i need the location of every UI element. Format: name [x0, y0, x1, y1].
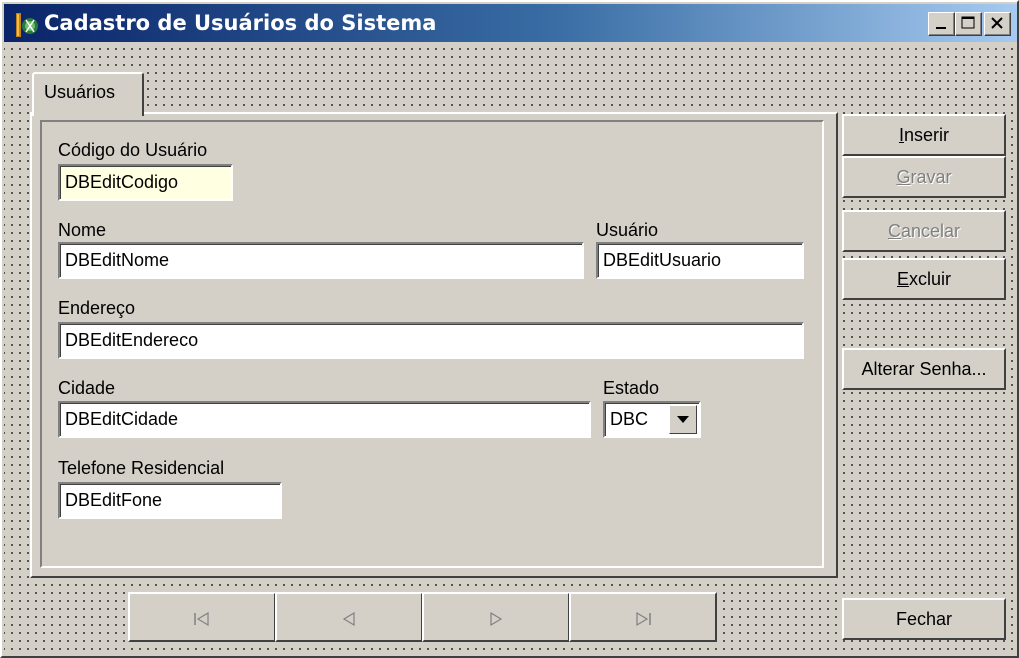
nav-last-button[interactable] [569, 592, 717, 642]
chevron-down-icon [677, 416, 689, 423]
close-button[interactable] [984, 12, 1011, 36]
estado-label: Estado [603, 378, 660, 398]
inserir-button[interactable]: Inserir [842, 114, 1006, 156]
codigo-label: Código do Usuário [58, 140, 208, 160]
cancelar-accel: C [887, 221, 901, 241]
telefone-field[interactable]: DBEditFone [58, 482, 282, 519]
form-panel: Código do Usuário DBEditCodigo Nome DBEd… [40, 120, 824, 568]
endereco-field[interactable]: DBEditEndereco [58, 322, 804, 359]
nav-first-button[interactable] [128, 592, 276, 642]
estado-combobox[interactable]: DBC [603, 401, 701, 438]
close-icon [991, 17, 1003, 29]
cancelar-button[interactable]: Cancelar [842, 210, 1006, 252]
next-record-icon [490, 611, 503, 627]
title-bar[interactable]: Cadastro de Usuários do Sistema [4, 4, 1017, 42]
maximize-icon [961, 16, 975, 29]
nome-label: Nome [58, 220, 107, 240]
excluir-accel: E [896, 269, 909, 289]
usuario-label: Usuário [596, 220, 659, 240]
minimize-button[interactable] [928, 12, 955, 36]
gravar-accel: G [896, 167, 911, 187]
fechar-button[interactable]: Fechar [842, 598, 1006, 640]
window-title: Cadastro de Usuários do Sistema [44, 11, 437, 35]
maximize-button[interactable] [955, 12, 982, 36]
last-record-icon [636, 611, 651, 627]
tab-usuarios[interactable]: Usuários [32, 72, 144, 116]
prior-record-icon [342, 611, 355, 627]
nome-field[interactable]: DBEditNome [58, 242, 584, 279]
tab-usuarios-label: Usuários [44, 82, 116, 102]
gravar-button[interactable]: Gravar [842, 156, 1006, 198]
first-record-icon [194, 611, 209, 627]
telefone-label: Telefone Residencial [58, 458, 225, 478]
nav-prior-button[interactable] [275, 592, 423, 642]
minimize-icon [936, 27, 946, 29]
nav-next-button[interactable] [422, 592, 570, 642]
estado-dropdown-button[interactable] [669, 405, 697, 434]
codigo-field[interactable]: DBEditCodigo [58, 164, 233, 201]
main-window: Cadastro de Usuários do Sistema Usuários… [0, 0, 1019, 658]
excluir-button[interactable]: Excluir [842, 258, 1006, 300]
estado-value: DBC [610, 409, 649, 429]
cidade-label: Cidade [58, 378, 116, 398]
usuario-field[interactable]: DBEditUsuario [596, 242, 804, 279]
alterar-senha-button[interactable]: Alterar Senha... [842, 348, 1006, 390]
endereco-label: Endereço [58, 298, 136, 318]
tab-sheet-usuarios: Código do Usuário DBEditCodigo Nome DBEd… [30, 112, 838, 578]
cidade-field[interactable]: DBEditCidade [58, 401, 591, 438]
db-navigator [128, 592, 718, 642]
app-icon [16, 13, 38, 37]
